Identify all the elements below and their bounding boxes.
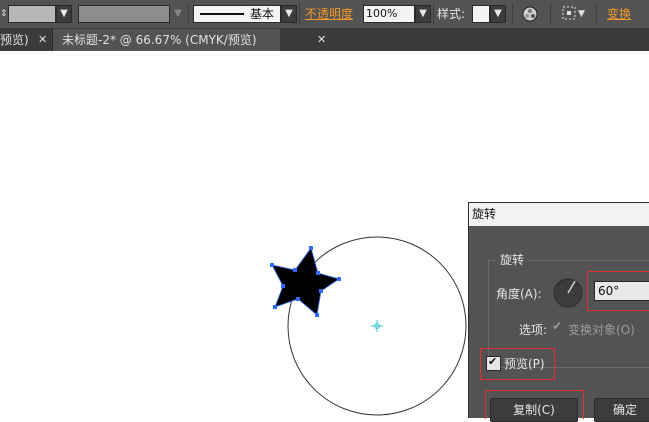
fill-color-swatch[interactable] [8, 5, 56, 23]
opacity-dropdown-button[interactable]: ▼ [415, 5, 431, 23]
angle-label: 角度(A): [496, 287, 542, 301]
align-to-icon[interactable] [561, 5, 577, 21]
transform-objects-label: 变换对象(O) [568, 323, 635, 337]
copy-button[interactable]: 复制(C) [490, 398, 578, 422]
dialog-title-bar[interactable]: 旋转 [469, 203, 649, 226]
fill-dropdown-button[interactable]: ▼ [56, 5, 72, 23]
preview-checkbox[interactable]: ✔ [486, 355, 501, 371]
stroke-dropdown-button[interactable]: ▼ [170, 5, 186, 23]
tab-previous-document[interactable]: 预览) ✕ [0, 29, 52, 51]
dialog-title: 旋转 [472, 207, 497, 221]
close-icon[interactable]: ✕ [38, 29, 47, 51]
style-swatch[interactable] [472, 5, 490, 23]
stroke-line [200, 13, 244, 15]
opacity-link[interactable]: 不透明度 [305, 6, 353, 22]
rotate-group-label: 旋转 [496, 251, 529, 268]
separator [596, 3, 597, 25]
style-dropdown-button[interactable]: ▼ [490, 5, 506, 23]
star-shape[interactable] [271, 247, 340, 316]
close-icon[interactable]: ✕ [317, 29, 326, 51]
ok-button-label: 确定 [612, 403, 637, 417]
recolor-artwork-icon[interactable] [522, 6, 538, 22]
tab-label: 未标题-2* @ 66.67% (CMYK/预览) [62, 33, 257, 47]
stroke-profile-dropdown-button[interactable]: ▼ [281, 5, 297, 23]
tab-active-document[interactable]: 未标题-2* @ 66.67% (CMYK/预览) ✕ [53, 29, 326, 51]
rotation-center-icon [371, 320, 383, 332]
ok-button[interactable]: 确定 [594, 398, 649, 422]
tab-label: 预览) [0, 33, 29, 47]
separator [433, 3, 434, 25]
chevron-down-icon[interactable]: ▼ [578, 6, 588, 22]
opacity-value: 100% [366, 7, 398, 20]
copy-button-label: 复制(C) [513, 403, 555, 417]
angle-value: 60° [598, 284, 620, 298]
control-bar: ⇕ ▼ ▼ 基本 ▼ 不透明度 100% ▼ 样式: ▼ ▼ 变换 [0, 0, 649, 29]
options-label: 选项: [519, 323, 548, 337]
stroke-profile-label: 基本 [250, 7, 275, 21]
opacity-input[interactable]: 100% [363, 5, 415, 23]
rotate-dialog: 旋转 旋转 角度(A): 60° 选项: ✔ 变换对象(O) ✔ 预览(P) 复… [468, 202, 649, 422]
stroke-profile-select[interactable]: 基本 [193, 5, 281, 23]
separator [512, 3, 513, 25]
style-label: 样式: [437, 7, 466, 21]
transform-link[interactable]: 变换 [607, 6, 631, 22]
chevron-icon[interactable]: ⇕ [0, 6, 8, 22]
preview-label: 预览(P) [504, 357, 545, 371]
separator [188, 3, 189, 25]
document-tab-bar: 预览) ✕ 未标题-2* @ 66.67% (CMYK/预览) ✕ [0, 29, 649, 51]
angle-dial[interactable] [552, 277, 584, 309]
checkmark-icon: ✔ [488, 355, 498, 368]
dialog-body: 旋转 角度(A): 60° 选项: ✔ 变换对象(O) ✔ 预览(P) 复制(C… [472, 226, 649, 422]
separator [550, 3, 551, 25]
separator [299, 3, 300, 25]
angle-input[interactable]: 60° [594, 281, 649, 301]
transform-objects-checkmark-icon[interactable]: ✔ [552, 319, 562, 333]
stroke-color-swatch[interactable] [78, 5, 170, 23]
